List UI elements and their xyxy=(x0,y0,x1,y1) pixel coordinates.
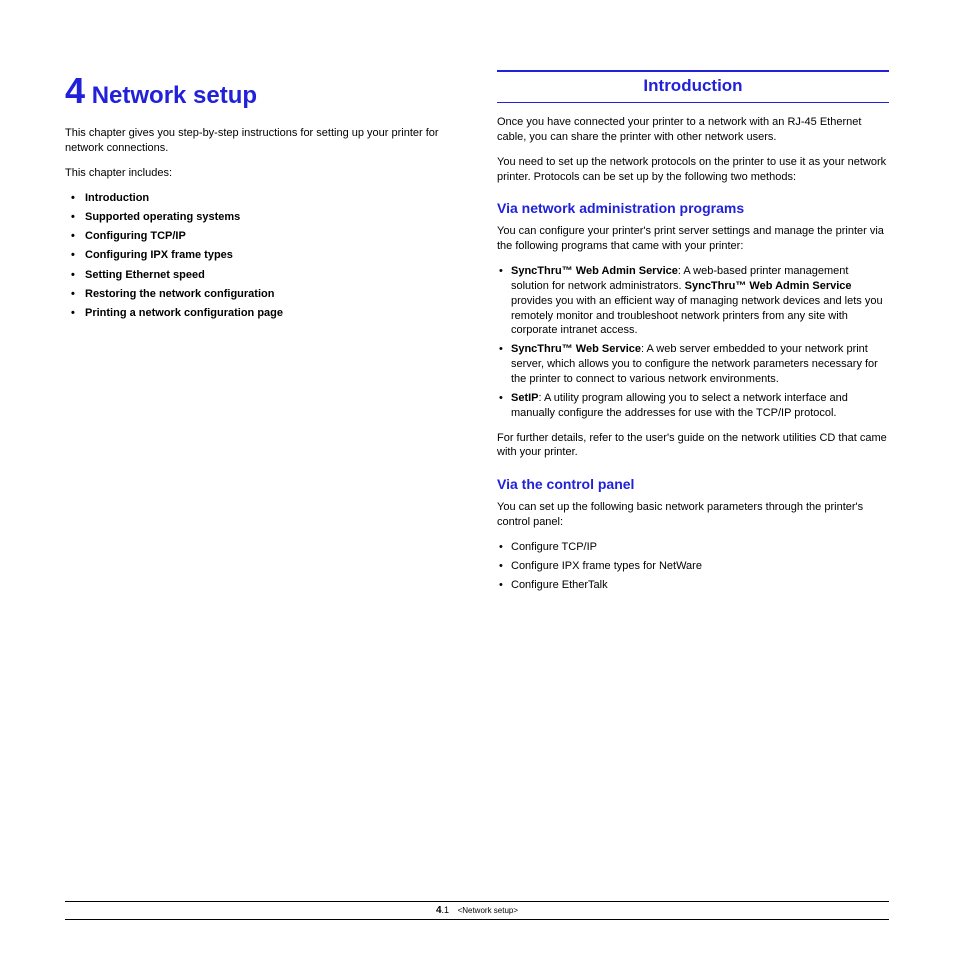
left-column: 4 Network setup This chapter gives you s… xyxy=(65,70,457,830)
program-list: SyncThru™ Web Admin Service: A web-based… xyxy=(499,264,889,420)
toc-item[interactable]: Supported operating systems xyxy=(71,210,457,224)
toc-item[interactable]: Printing a network configuration page xyxy=(71,306,457,320)
chapter-title: 4 Network setup xyxy=(65,70,457,112)
toc-item[interactable]: Configuring TCP/IP xyxy=(71,229,457,243)
subheading-via-programs: Via network administration programs xyxy=(497,200,889,216)
paragraph: You can configure your printer's print s… xyxy=(497,224,889,254)
right-column: Introduction Once you have connected you… xyxy=(497,70,889,830)
chapter-intro: This chapter gives you step-by-step inst… xyxy=(65,126,457,156)
section-heading-introduction: Introduction xyxy=(497,70,889,103)
paragraph: You need to set up the network protocols… xyxy=(497,155,889,185)
list-item: Configure TCP/IP xyxy=(499,540,889,555)
page-content: 4 Network setup This chapter gives you s… xyxy=(0,0,954,880)
footer-chapter-label: <Network setup> xyxy=(458,906,518,915)
toc-item[interactable]: Restoring the network configuration xyxy=(71,287,457,301)
paragraph: You can set up the following basic netwo… xyxy=(497,500,889,530)
list-item: Configure IPX frame types for NetWare xyxy=(499,559,889,574)
page-footer: 4.1 <Network setup> xyxy=(65,901,889,920)
chapter-toc: Introduction Supported operating systems… xyxy=(71,191,457,321)
paragraph: Once you have connected your printer to … xyxy=(497,115,889,145)
product-name: SyncThru™ Web Admin Service xyxy=(685,280,852,292)
list-item: Configure EtherTalk xyxy=(499,578,889,593)
list-item: SyncThru™ Web Admin Service: A web-based… xyxy=(499,264,889,338)
text-run: : A utility program allowing you to sele… xyxy=(511,392,848,419)
list-item: SyncThru™ Web Service: A web server embe… xyxy=(499,342,889,387)
control-panel-list: Configure TCP/IP Configure IPX frame typ… xyxy=(499,540,889,593)
product-name: SyncThru™ Web Admin Service xyxy=(511,265,678,277)
list-item: SetIP: A utility program allowing you to… xyxy=(499,391,889,421)
footer-page-num: 1 xyxy=(444,905,449,915)
chapter-number: 4 xyxy=(65,70,85,111)
product-name: SetIP xyxy=(511,392,539,404)
text-run: provides you with an efficient way of ma… xyxy=(511,295,883,337)
toc-item[interactable]: Configuring IPX frame types xyxy=(71,248,457,262)
chapter-includes-label: This chapter includes: xyxy=(65,166,457,181)
subheading-via-control-panel: Via the control panel xyxy=(497,476,889,492)
toc-item[interactable]: Introduction xyxy=(71,191,457,205)
product-name: SyncThru™ Web Service xyxy=(511,343,641,355)
chapter-name: Network setup xyxy=(92,82,257,109)
paragraph: For further details, refer to the user's… xyxy=(497,431,889,461)
toc-item[interactable]: Setting Ethernet speed xyxy=(71,268,457,282)
